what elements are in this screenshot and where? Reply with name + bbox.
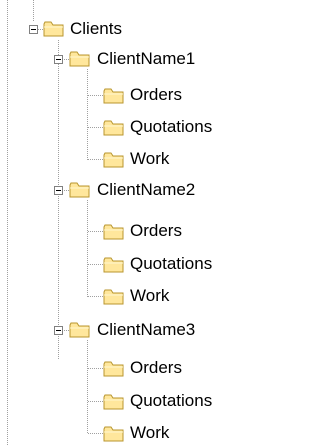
tree-node-client[interactable]: ClientName2: [0, 180, 287, 202]
collapse-toggle[interactable]: [54, 326, 63, 335]
tree-node-client[interactable]: ClientName1: [0, 48, 287, 70]
tree-node-label: Work: [130, 423, 170, 442]
tree-node-quotations[interactable]: Quotations: [0, 117, 287, 139]
folder-icon: [103, 88, 124, 104]
tree-node-label: ClientName1: [97, 49, 196, 68]
tree-node-label: ClientName3: [97, 320, 196, 339]
folder-icon: [103, 152, 124, 168]
tree-node-label: Orders: [130, 85, 182, 104]
tree-node-orders[interactable]: Orders: [0, 221, 287, 243]
tree-node-label: Clients: [70, 19, 122, 38]
tree-node-clients[interactable]: Clients: [0, 19, 160, 41]
folder-icon: [69, 322, 90, 338]
folder-icon: [69, 51, 90, 67]
collapse-toggle[interactable]: [54, 55, 63, 64]
tree-node-quotations[interactable]: Quotations: [0, 254, 287, 276]
folder-tree[interactable]: Clients ClientName1 Orders Quotations Wo…: [0, 0, 287, 445]
folder-icon: [103, 426, 124, 442]
tree-node-work[interactable]: Work: [0, 149, 287, 171]
tree-node-label: Orders: [130, 358, 182, 377]
folder-icon: [103, 394, 124, 410]
collapse-toggle[interactable]: [29, 25, 38, 34]
tree-node-client[interactable]: ClientName3: [0, 320, 287, 342]
tree-node-label: Orders: [130, 221, 182, 240]
tree-node-label: ClientName2: [97, 180, 196, 199]
folder-icon: [103, 257, 124, 273]
tree-node-quotations[interactable]: Quotations: [0, 391, 287, 413]
folder-icon: [103, 289, 124, 305]
tree-node-work[interactable]: Work: [0, 423, 287, 445]
tree-node-label: Work: [130, 286, 170, 305]
folder-icon: [69, 182, 90, 198]
folder-icon: [43, 21, 64, 37]
collapse-toggle[interactable]: [54, 186, 63, 195]
folder-icon: [103, 120, 124, 136]
folder-icon: [103, 224, 124, 240]
folder-icon: [103, 361, 124, 377]
tree-node-label: Quotations: [130, 254, 213, 273]
tree-node-orders[interactable]: Orders: [0, 358, 287, 380]
tree-node-orders[interactable]: Orders: [0, 85, 287, 107]
tree-node-work[interactable]: Work: [0, 286, 287, 308]
tree-node-label: Work: [130, 149, 170, 168]
tree-node-label: Quotations: [130, 117, 213, 136]
tree-node-label: Quotations: [130, 391, 213, 410]
